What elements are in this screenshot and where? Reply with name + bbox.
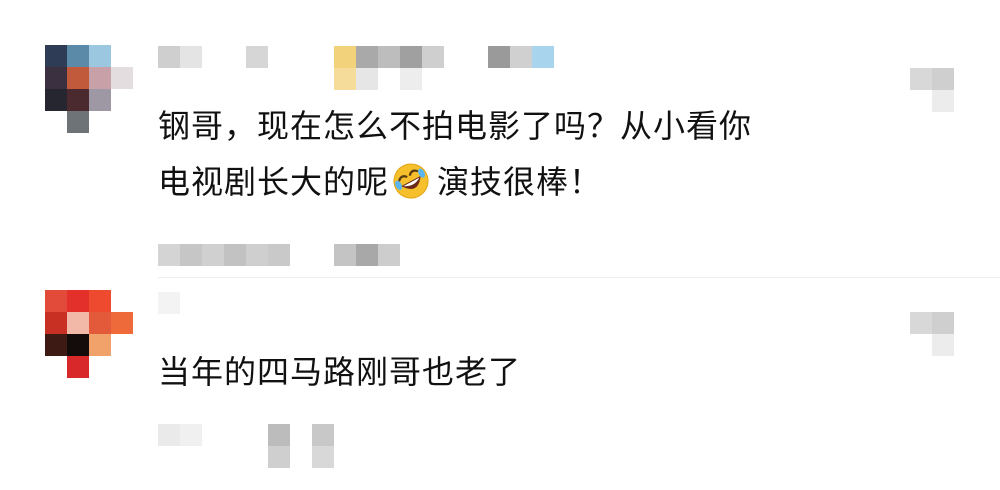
comment-meta-mosaic bbox=[158, 424, 338, 446]
like-button[interactable] bbox=[910, 312, 954, 356]
comment-item: 当年的四马路刚哥也老了 bbox=[0, 278, 1000, 490]
comment-meta-mosaic bbox=[158, 244, 408, 266]
comment-text-line1: 钢哥，现在怎么不拍电影了吗？从小看你 bbox=[158, 107, 753, 145]
rolling-on-floor-laughing-emoji bbox=[393, 163, 429, 199]
comment-text-line2: 电视剧长大的呢 演技很棒！ bbox=[158, 160, 602, 204]
username-mosaic-row2 bbox=[334, 68, 444, 90]
avatar[interactable] bbox=[45, 45, 133, 133]
comment-text: 钢哥，现在怎么不拍电影了吗？从小看你 bbox=[158, 104, 752, 148]
comment-text-before-emoji: 电视剧长大的呢 bbox=[158, 163, 390, 201]
comment-text: 当年的四马路刚哥也老了 bbox=[158, 353, 522, 391]
comment-item: 钢哥，现在怎么不拍电影了吗？从小看你 电视剧长大的呢 演技很棒！ bbox=[0, 0, 1000, 278]
comment-text-after-emoji: 演技很棒！ bbox=[437, 163, 603, 201]
username-mosaic bbox=[158, 292, 202, 314]
comment-meta-mosaic-row2 bbox=[268, 446, 338, 468]
avatar[interactable] bbox=[45, 290, 133, 378]
username-mosaic bbox=[158, 46, 558, 68]
like-button[interactable] bbox=[910, 68, 954, 112]
